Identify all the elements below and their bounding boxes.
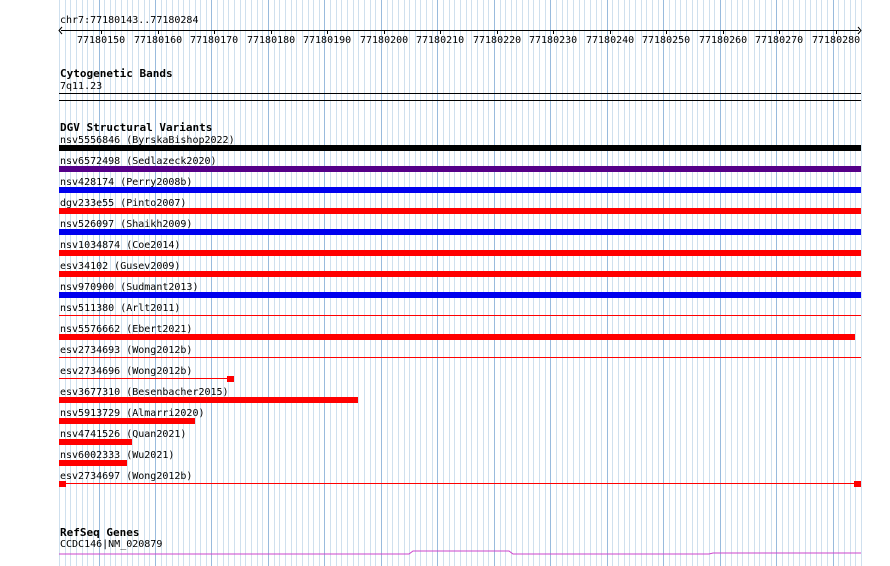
variant-bar[interactable] bbox=[59, 187, 861, 193]
variant-bar[interactable] bbox=[59, 166, 861, 172]
variant-bar[interactable] bbox=[59, 439, 132, 445]
gene-model-line[interactable] bbox=[59, 548, 862, 558]
ruler-tick-label: 77180210 bbox=[416, 35, 465, 46]
variant-bar[interactable] bbox=[59, 418, 195, 424]
ruler-tick bbox=[384, 30, 385, 34]
ruler-tick-label: 77180240 bbox=[586, 35, 635, 46]
variant-label[interactable]: esv2734693 (Wong2012b) bbox=[60, 345, 192, 356]
variant-label[interactable]: nsv511380 (Arlt2011) bbox=[60, 303, 180, 314]
ruler-tick-label: 77180150 bbox=[77, 35, 126, 46]
coordinate-range-label: chr7:77180143..77180284 bbox=[60, 15, 199, 26]
ruler-tick-label: 77180190 bbox=[303, 35, 352, 46]
ruler-tick bbox=[610, 30, 611, 34]
ruler-tick bbox=[214, 30, 215, 34]
ruler-tick bbox=[666, 30, 667, 34]
variant-bar[interactable] bbox=[59, 378, 234, 379]
ruler-tick-label: 77180260 bbox=[699, 35, 748, 46]
variant-bar[interactable] bbox=[59, 315, 861, 316]
ruler-tick-label: 77180160 bbox=[134, 35, 183, 46]
variant-block[interactable] bbox=[854, 481, 861, 487]
ruler-tick-label: 77180180 bbox=[247, 35, 296, 46]
variant-label[interactable]: esv2734696 (Wong2012b) bbox=[60, 366, 192, 377]
variant-bar[interactable] bbox=[59, 292, 861, 298]
ruler-tick bbox=[158, 30, 159, 34]
ruler-tick-label: 77180220 bbox=[473, 35, 522, 46]
track-title-dgv-structural-variants[interactable]: DGV Structural Variants bbox=[60, 122, 212, 134]
track-title-cytogenetic-bands[interactable]: Cytogenetic Bands bbox=[60, 68, 173, 80]
ruler-tick bbox=[836, 30, 837, 34]
ruler-tick-label: 77180170 bbox=[190, 35, 239, 46]
variant-bar[interactable] bbox=[59, 397, 358, 403]
variant-bar[interactable] bbox=[59, 357, 861, 358]
cytoband-label[interactable]: 7q11.23 bbox=[60, 81, 102, 92]
ruler-tick bbox=[327, 30, 328, 34]
ruler-tick-label: 77180250 bbox=[642, 35, 691, 46]
ruler-tick-label: 77180280 bbox=[812, 35, 861, 46]
variant-label[interactable]: esv2734697 (Wong2012b) bbox=[60, 471, 192, 482]
variant-block[interactable] bbox=[227, 376, 234, 382]
variant-bar[interactable] bbox=[59, 483, 861, 484]
variant-bar[interactable] bbox=[59, 208, 861, 214]
variant-block[interactable] bbox=[59, 481, 66, 487]
ruler-tick bbox=[271, 30, 272, 34]
variant-bar[interactable] bbox=[59, 145, 861, 151]
variant-bar[interactable] bbox=[59, 334, 855, 340]
track-title-refseq-genes[interactable]: RefSeq Genes bbox=[60, 527, 139, 539]
ruler-tick bbox=[779, 30, 780, 34]
ruler-tick bbox=[440, 30, 441, 34]
variant-bar[interactable] bbox=[59, 271, 861, 277]
ruler-tick bbox=[553, 30, 554, 34]
variant-bar[interactable] bbox=[59, 250, 861, 256]
ruler-tick bbox=[723, 30, 724, 34]
variant-bar[interactable] bbox=[59, 460, 127, 466]
cytoband-line[interactable] bbox=[59, 93, 861, 94]
ruler-tick-label: 77180270 bbox=[755, 35, 804, 46]
variant-bar[interactable] bbox=[59, 229, 861, 235]
ruler-tick bbox=[497, 30, 498, 34]
ruler-tick-label: 77180200 bbox=[360, 35, 409, 46]
ruler-tick-label: 77180230 bbox=[529, 35, 578, 46]
ruler-tick bbox=[101, 30, 102, 34]
track-divider bbox=[59, 100, 861, 101]
